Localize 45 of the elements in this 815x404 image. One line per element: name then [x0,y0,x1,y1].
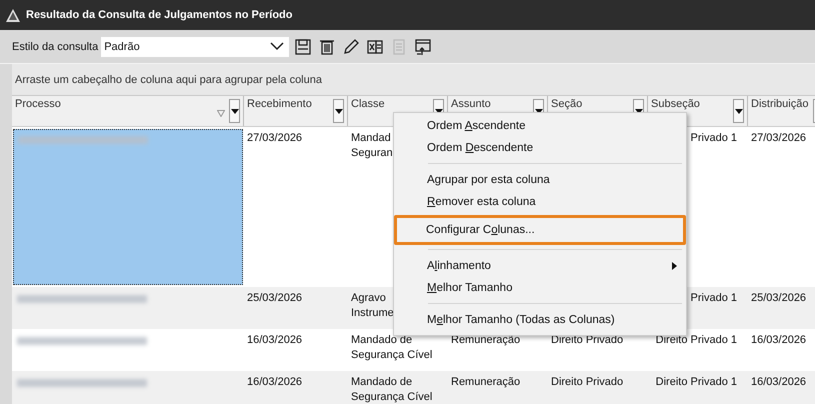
menu-item[interactable]: Melhor Tamanho (Todas as Colunas) [395,309,685,331]
table-cell: Direito Privado 1 [656,376,737,388]
window-icon[interactable] [413,37,432,56]
triangle-down-icon [230,108,238,114]
table-cell: Mandado de Segurança Cível [351,334,432,361]
pyramid-icon [6,8,20,22]
table-cell: Mandad Seguran [351,132,393,159]
table-cell: 16/03/2026 [751,376,806,388]
menu-item[interactable]: Alinhamento [395,255,685,277]
column-header[interactable]: Processo [12,96,244,126]
menu-item[interactable]: Agrupar por esta coluna [395,169,685,191]
table-cell: Privado 1 [690,132,737,144]
table-cell: 27/03/2026 [247,132,302,144]
menu-item[interactable]: Configurar Colunas... [394,215,686,245]
floppy-icon[interactable] [293,37,312,56]
triangle-down-icon [734,108,742,114]
menu-item[interactable]: Ordem Descendente [395,137,685,159]
table-cell: 16/03/2026 [247,376,302,388]
table-cell: 16/03/2026 [751,334,806,346]
column-menu-button[interactable] [733,99,744,123]
style-dropdown[interactable]: Padrão [101,36,290,56]
table-cell: 25/03/2026 [247,292,302,304]
group-hint: Arraste um cabeçalho de coluna aqui para agrupar pela coluna [15,74,322,86]
window-title: Resultado da Consulta de Julgamentos no Período [26,9,292,21]
table-cell: Direito Privado [551,376,624,388]
column-header[interactable]: Distribuição [748,96,815,126]
pencil-icon[interactable] [341,37,360,56]
triangle-down-icon [334,108,342,114]
style-label: Estilo da consulta [12,40,98,52]
column-menu-button[interactable] [333,99,344,123]
menu-item[interactable]: Melhor Tamanho [395,277,685,299]
table-cell: 16/03/2026 [247,334,302,346]
menu-item[interactable]: Remover esta coluna [395,191,685,213]
table-cell: Remuneração [451,376,520,388]
table-cell: 25/03/2026 [751,292,806,304]
process-cell[interactable] [13,129,243,285]
table-cell: Privado 1 [690,292,737,304]
column-header[interactable]: Recebimento [244,96,348,126]
chevron-down-icon[interactable] [270,42,284,51]
table-cell: Remuneração [451,334,520,346]
table-cell: Agravo Instrume [351,292,394,319]
table-cell: 27/03/2026 [751,132,806,144]
submenu-arrow-icon [672,262,677,270]
table-cell: Mandado de Segurança Cível [351,376,432,403]
column-menu-button[interactable] [229,99,240,123]
